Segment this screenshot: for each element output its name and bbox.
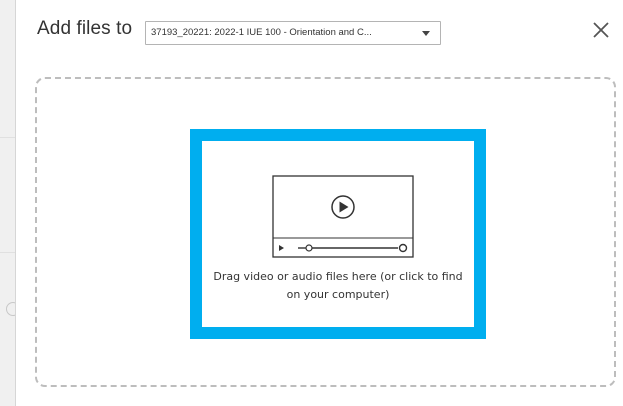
drop-instructions: Drag video or audio files here (or click…: [213, 270, 463, 301]
add-files-dialog: Add files to 37193_20221: 2022-1 IUE 100…: [17, 0, 623, 406]
dialog-title: Add files to: [37, 18, 133, 39]
close-icon: [593, 22, 609, 38]
background-radio: [6, 302, 15, 316]
drop-target[interactable]: Drag video or audio files here (or click…: [190, 129, 486, 339]
screen: Add files to 37193_20221: 2022-1 IUE 100…: [0, 0, 623, 406]
video-player-icon: [272, 175, 414, 258]
folder-select-value: 37193_20221: 2022-1 IUE 100 - Orientatio…: [151, 27, 372, 38]
chevron-down-icon: [422, 31, 430, 36]
close-button[interactable]: [590, 19, 612, 41]
folder-select[interactable]: 37193_20221: 2022-1 IUE 100 - Orientatio…: [145, 21, 441, 45]
file-drop-zone[interactable]: Drag video or audio files here (or click…: [35, 77, 616, 387]
background-divider: [0, 252, 15, 253]
background-divider: [0, 137, 15, 138]
background-page: [0, 0, 16, 406]
dialog-header: Add files to 37193_20221: 2022-1 IUE 100…: [17, 0, 623, 60]
